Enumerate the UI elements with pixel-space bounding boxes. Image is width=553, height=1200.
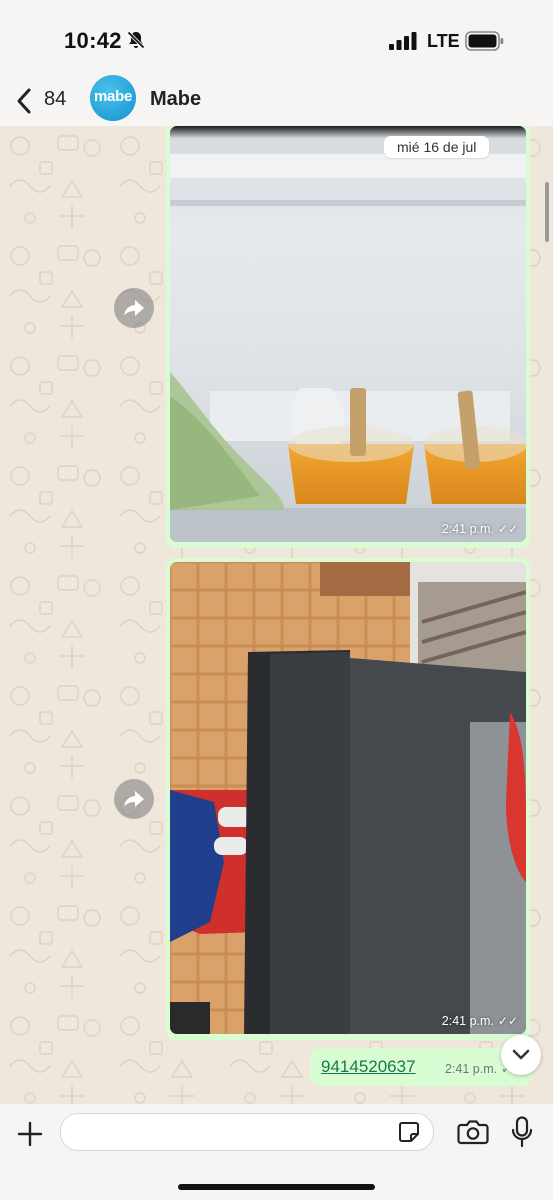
message-time-text: 2:41 p.m. bbox=[441, 522, 494, 536]
camera-icon[interactable] bbox=[457, 1119, 489, 1145]
chat-area[interactable]: mié 16 de jul 2:41 p.m. ✓✓ 2:41 p.m. ✓✓ … bbox=[0, 126, 553, 1104]
signal-icon bbox=[389, 32, 417, 50]
message-time-text: 2:41 p.m. bbox=[441, 1014, 494, 1028]
photo-image bbox=[170, 562, 526, 1034]
forward-icon bbox=[124, 300, 144, 316]
avatar-logo-text: mabe bbox=[94, 88, 132, 105]
message-time-text: 2:41 p.m. bbox=[445, 1062, 498, 1076]
image-message[interactable]: 2:41 p.m. ✓✓ bbox=[166, 558, 530, 1040]
back-unread-count[interactable]: 84 bbox=[44, 88, 66, 111]
message-time: 2:41 p.m.✓✓ bbox=[442, 522, 518, 536]
image-message[interactable]: mié 16 de jul 2:41 p.m. ✓✓ bbox=[166, 126, 530, 548]
photo-fridge-and-tiles[interactable] bbox=[170, 562, 526, 1034]
microphone-icon[interactable] bbox=[511, 1116, 533, 1148]
text-message[interactable]: 9414520637 2:41 p.m.✓✓ bbox=[310, 1048, 532, 1086]
forward-button[interactable] bbox=[114, 779, 154, 819]
scrollbar[interactable] bbox=[545, 182, 549, 242]
input-bar bbox=[0, 1104, 553, 1200]
photo-image bbox=[170, 126, 526, 542]
read-ticks-icon: ✓✓ bbox=[497, 522, 518, 536]
bell-slash-icon bbox=[127, 31, 145, 49]
forward-button[interactable] bbox=[114, 288, 154, 328]
status-time: 10:42 bbox=[64, 28, 122, 53]
chat-header: 84 mabe Mabe bbox=[0, 75, 553, 126]
message-time: 2:41 p.m.✓✓ bbox=[442, 1014, 518, 1028]
date-chip: mié 16 de jul bbox=[384, 136, 490, 158]
network-type: LTE bbox=[427, 31, 460, 51]
forward-icon bbox=[124, 791, 144, 807]
message-input-container[interactable] bbox=[60, 1113, 434, 1151]
phone-number-link[interactable]: 9414520637 bbox=[321, 1057, 416, 1077]
status-bar: 10:42 LTE bbox=[0, 0, 553, 78]
battery-icon bbox=[465, 31, 504, 51]
contact-name[interactable]: Mabe bbox=[150, 88, 201, 111]
home-indicator[interactable] bbox=[178, 1184, 375, 1190]
chevron-down-icon bbox=[512, 1049, 530, 1060]
photo-popsicles-in-freezer[interactable] bbox=[170, 126, 526, 542]
avatar[interactable]: mabe bbox=[90, 75, 136, 121]
read-ticks-icon: ✓✓ bbox=[497, 1014, 518, 1028]
sticker-icon[interactable] bbox=[397, 1120, 421, 1144]
message-input[interactable] bbox=[75, 1120, 389, 1144]
scroll-to-bottom-button[interactable] bbox=[501, 1035, 541, 1075]
chevron-left-icon[interactable] bbox=[14, 86, 34, 116]
plus-icon[interactable] bbox=[16, 1120, 44, 1148]
